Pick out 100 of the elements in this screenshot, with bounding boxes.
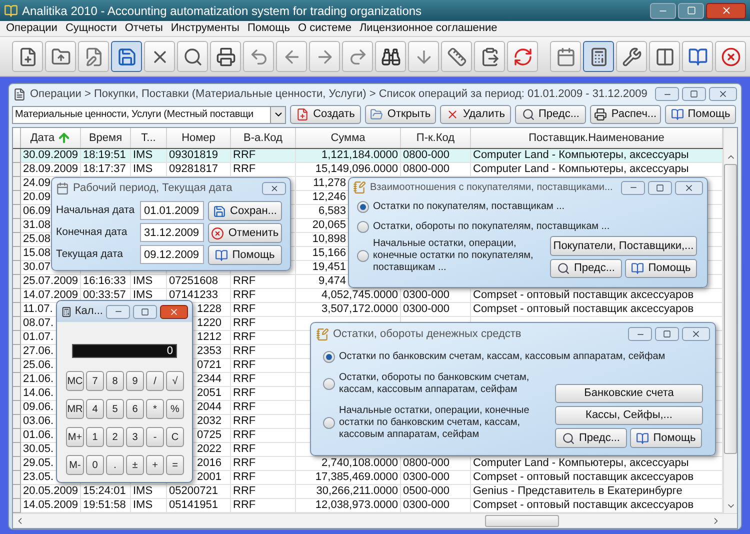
calculator-key[interactable]: 9 — [126, 371, 144, 391]
calculator-key[interactable]: MC — [66, 371, 84, 391]
menu-item[interactable]: Сущности — [61, 20, 121, 37]
row-header[interactable] — [13, 471, 21, 485]
row-header[interactable] — [13, 219, 21, 233]
menu-item[interactable]: Отчеты — [120, 20, 167, 37]
menu-item[interactable]: Операции — [2, 20, 62, 37]
dialog-button[interactable]: Покупатели, Поставщики,... — [550, 236, 697, 256]
toolbar-button[interactable] — [616, 41, 647, 72]
menu-item[interactable]: Помощь — [243, 20, 294, 37]
maximize-button[interactable] — [648, 180, 672, 194]
row-header[interactable] — [13, 317, 21, 331]
table-row[interactable]: 20.05.2009 15:24:01 IMS 05200721 RRF 30,266,211.0000 0500-000 Genius - Представитель в Екатеринбурге — [13, 485, 723, 499]
row-header[interactable] — [13, 359, 21, 373]
calculator-key[interactable]: 7 — [86, 371, 104, 391]
toolbar-button[interactable] — [474, 41, 505, 72]
menu-item[interactable]: О системе — [294, 20, 356, 37]
minimize-button[interactable] — [628, 327, 652, 341]
minimize-button[interactable] — [621, 180, 645, 194]
column-header[interactable]: Время — [81, 128, 131, 148]
dialog-button[interactable]: Предс... — [555, 428, 627, 448]
close-button[interactable] — [160, 304, 188, 318]
calculator-key[interactable]: 4 — [86, 399, 104, 419]
radio-button[interactable] — [357, 250, 369, 262]
toolbar-button[interactable] — [649, 41, 680, 72]
help-button[interactable]: Помощь — [665, 105, 736, 124]
scroll-thumb[interactable] — [724, 164, 737, 454]
help-button[interactable]: Помощь — [208, 245, 282, 265]
table-row[interactable]: 14.05.2009 19:51:58 IMS 05141951 RRF 12,038,973.0000 0300-000 Compset - оптовый поставщик аксессуаров — [13, 499, 723, 513]
date-field[interactable]: 31.12.2009 — [140, 223, 204, 242]
column-header[interactable]: Т... — [131, 128, 167, 148]
toolbar-button[interactable] — [583, 41, 614, 72]
dialog-button[interactable]: Сохран... — [208, 201, 282, 221]
toolbar-button[interactable] — [375, 41, 406, 72]
row-header[interactable] — [13, 191, 21, 205]
row-header[interactable] — [13, 247, 21, 261]
close-button[interactable] — [709, 87, 737, 101]
row-header[interactable] — [13, 457, 21, 471]
row-header[interactable] — [13, 401, 21, 415]
column-header[interactable]: В-а.Код — [231, 128, 296, 148]
calculator-key[interactable]: 5 — [106, 399, 124, 419]
help-button[interactable]: Помощь — [630, 428, 702, 448]
toolbar-button[interactable] — [144, 41, 175, 72]
toolbar-button[interactable] — [210, 41, 241, 72]
calculator-key[interactable]: % — [166, 399, 184, 419]
date-field[interactable]: 01.01.2009 — [140, 201, 204, 220]
help-button[interactable]: Помощь — [625, 259, 697, 278]
row-header[interactable] — [13, 205, 21, 219]
close-button[interactable] — [682, 327, 710, 341]
dialog-button[interactable]: Отменить — [208, 223, 282, 243]
toolbar-button[interactable] — [682, 41, 713, 72]
row-header[interactable] — [13, 275, 21, 289]
close-button[interactable] — [706, 2, 746, 18]
row-header[interactable] — [13, 289, 21, 303]
minimize-button[interactable] — [106, 304, 130, 318]
dialog-button[interactable]: Открыть — [365, 105, 436, 124]
radio-button[interactable] — [357, 201, 369, 213]
calculator-key[interactable]: M- — [66, 455, 84, 475]
row-header[interactable] — [13, 373, 21, 387]
scroll-thumb[interactable] — [485, 515, 559, 527]
menu-item[interactable]: Инструменты — [166, 20, 244, 37]
row-header[interactable] — [13, 345, 21, 359]
table-row[interactable]: 14.07.2009 00:33:57 IMS 07141233 RRF 4,052,745.0000 0300-000 Compset - оптовый поставщик аксессуаров — [13, 289, 723, 303]
calculator-key[interactable]: 3 — [126, 427, 144, 447]
column-header[interactable]: Дата — [21, 128, 81, 148]
radio-button[interactable] — [323, 378, 335, 390]
calculator-key[interactable]: √ — [166, 371, 184, 391]
filter-dropdown[interactable]: Материальные ценности, Услуги (Местный поставщи — [12, 106, 286, 124]
calculator-key[interactable]: / — [146, 371, 164, 391]
row-header[interactable] — [13, 177, 21, 191]
maximize-button[interactable] — [133, 304, 157, 318]
radio-button[interactable] — [323, 351, 335, 363]
toolbar-button[interactable] — [12, 41, 43, 72]
row-header[interactable] — [13, 415, 21, 429]
row-header[interactable] — [13, 261, 21, 275]
row-header[interactable] — [13, 485, 21, 499]
table-row[interactable]: 30.09.2009 18:19:51 IMS 09301819 RRF 1,121,184.0000 0800-000 Computer Land - Компьютеры, аксессуары — [13, 149, 723, 163]
maximize-button[interactable] — [655, 327, 679, 341]
horizontal-scrollbar[interactable] — [13, 513, 737, 528]
row-header[interactable] — [13, 163, 21, 177]
vertical-scrollbar[interactable] — [723, 128, 737, 513]
dialog-button[interactable]: Банковские счета — [555, 384, 703, 403]
row-header[interactable] — [13, 331, 21, 345]
calculator-key[interactable]: + — [146, 455, 164, 475]
toolbar-button[interactable] — [441, 41, 472, 72]
calculator-key[interactable]: 2 — [106, 427, 124, 447]
minimize-button[interactable] — [655, 87, 679, 101]
calculator-key[interactable]: - — [146, 427, 164, 447]
dialog-button[interactable]: Распеч... — [590, 105, 661, 124]
calculator-key[interactable]: . — [106, 455, 124, 475]
radio-button[interactable] — [323, 417, 335, 429]
column-header[interactable]: Сумма — [296, 128, 401, 148]
calculator-key[interactable]: 1 — [86, 427, 104, 447]
dialog-button[interactable]: Удалить — [440, 105, 511, 124]
date-field[interactable]: 09.12.2009 — [140, 245, 204, 264]
calculator-key[interactable]: = — [166, 455, 184, 475]
minimize-button[interactable] — [650, 2, 676, 18]
row-header[interactable] — [13, 149, 21, 163]
menu-item[interactable]: Лицензионное соглашение — [355, 20, 502, 37]
dialog-button[interactable]: Предс... — [550, 259, 622, 278]
